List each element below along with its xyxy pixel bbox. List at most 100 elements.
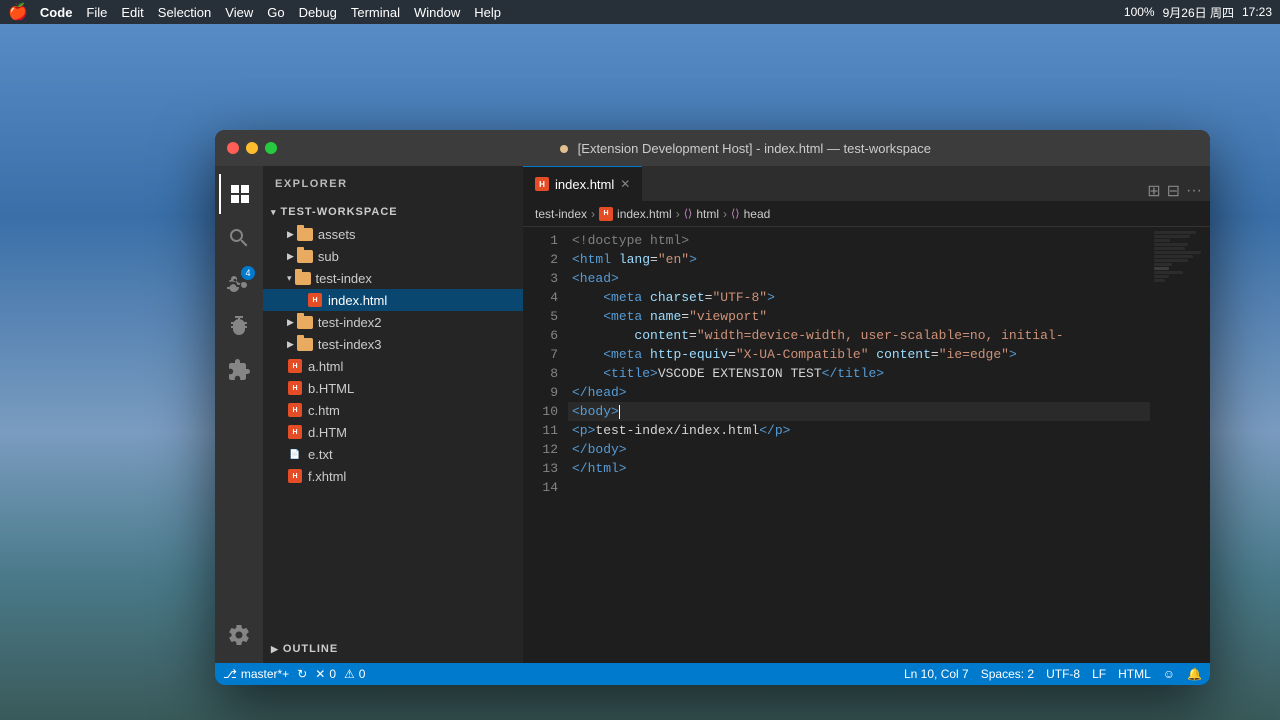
menubar-right: 100% 9月26日 周四 17:23 [1124, 4, 1272, 21]
breadcrumb-file[interactable]: index.html [617, 207, 672, 221]
chevron-right-icon: ▶ [287, 339, 294, 350]
folder-icon [295, 272, 311, 285]
cursor-position[interactable]: Ln 10, Col 7 [904, 667, 969, 681]
html-file-icon: H [287, 402, 303, 418]
error-count[interactable]: ✕ 0 ⚠ 0 [315, 667, 365, 681]
explorer-icon[interactable] [219, 174, 259, 214]
language-mode[interactable]: HTML [1118, 667, 1151, 681]
sidebar-item-a-html[interactable]: H a.html [263, 355, 523, 377]
sidebar-item-test-index3[interactable]: ▶ test-index3 [263, 333, 523, 355]
sidebar-item-assets[interactable]: ▶ assets [263, 223, 523, 245]
tree-item-label: index.html [328, 293, 387, 308]
tree-item-label: test-index3 [318, 337, 382, 352]
sidebar-item-f-xhtml[interactable]: H f.xhtml [263, 465, 523, 487]
breadcrumb-separator: › [591, 207, 595, 221]
minimize-button[interactable] [246, 142, 258, 154]
folder-icon [297, 250, 313, 263]
close-button[interactable] [227, 142, 239, 154]
sidebar-item-e-txt[interactable]: 📄 e.txt [263, 443, 523, 465]
sidebar-item-b-html[interactable]: H b.HTML [263, 377, 523, 399]
tree-item-label: e.txt [308, 447, 333, 462]
sidebar-item-test-index2[interactable]: ▶ test-index2 [263, 311, 523, 333]
menu-debug[interactable]: Debug [299, 5, 337, 20]
menu-go[interactable]: Go [267, 5, 284, 20]
code-line: <meta name="viewport" [568, 307, 1150, 326]
search-icon[interactable] [219, 218, 259, 258]
folder-icon [297, 228, 313, 241]
statusbar-right: Ln 10, Col 7 Spaces: 2 UTF-8 LF HTML ☺ 🔔 [904, 667, 1202, 681]
chevron-down-icon: ▾ [287, 273, 292, 284]
menu-help[interactable]: Help [474, 5, 501, 20]
sidebar-content: ▾ TEST-WORKSPACE ▶ assets ▶ sub [263, 201, 523, 635]
smiley-icon[interactable]: ☺ [1163, 667, 1175, 681]
menu-view[interactable]: View [225, 5, 253, 20]
editor-content[interactable]: 1 2 3 4 5 6 7 8 9 10 11 12 13 14 [523, 227, 1210, 663]
sidebar-item-c-htm[interactable]: H c.htm [263, 399, 523, 421]
sidebar-item-sub[interactable]: ▶ sub [263, 245, 523, 267]
more-actions-icon[interactable]: ··· [1186, 182, 1202, 200]
tab-close-button[interactable]: ✕ [620, 177, 630, 191]
error-number: 0 [329, 667, 336, 681]
breadcrumb-tag-icon: ⟨⟩ [684, 207, 693, 220]
apple-menu[interactable]: 🍎 [8, 2, 28, 22]
time-display: 17:23 [1242, 5, 1272, 19]
source-control-icon[interactable]: 4 [219, 262, 259, 302]
breadcrumb-separator: › [676, 207, 680, 221]
traffic-lights [227, 142, 277, 154]
outline-section[interactable]: ▶ OUTLINE [263, 635, 523, 663]
git-branch-icon: ⎇ [223, 667, 237, 681]
maximize-button[interactable] [265, 142, 277, 154]
sidebar-header: EXPLORER [263, 166, 523, 201]
menubar-items: File Edit Selection View Go Debug Termin… [86, 5, 1123, 20]
menu-window[interactable]: Window [414, 5, 460, 20]
code-editor[interactable]: <!doctype html> <html lang="en"> <head> … [568, 227, 1150, 663]
workspace-section[interactable]: ▾ TEST-WORKSPACE [263, 201, 523, 223]
breadcrumb-root[interactable]: test-index [535, 207, 587, 221]
split-editor-icon[interactable]: ⊞ [1147, 181, 1160, 201]
indentation[interactable]: Spaces: 2 [981, 667, 1034, 681]
code-line: <!doctype html> [568, 231, 1150, 250]
html-file-icon: H [287, 424, 303, 440]
sidebar-item-index-html[interactable]: H index.html [263, 289, 523, 311]
line-endings[interactable]: LF [1092, 667, 1106, 681]
menu-file[interactable]: File [86, 5, 107, 20]
chevron-right-icon: ▶ [287, 251, 294, 262]
menu-selection[interactable]: Selection [158, 5, 211, 20]
menu-terminal[interactable]: Terminal [351, 5, 400, 20]
tab-label: index.html [555, 177, 614, 192]
menubar: 🍎 Code File Edit Selection View Go Debug… [0, 0, 1280, 24]
sidebar-item-d-htm[interactable]: H d.HTM [263, 421, 523, 443]
toggle-panel-icon[interactable]: ⊟ [1167, 181, 1180, 201]
tab-index-html[interactable]: H index.html ✕ [523, 166, 642, 201]
tab-bar: H index.html ✕ ⊞ ⊟ ··· [523, 166, 1210, 201]
html-file-icon: H [287, 358, 303, 374]
sidebar: EXPLORER ▾ TEST-WORKSPACE ▶ assets ▶ [263, 166, 523, 663]
code-line: <title>VSCODE EXTENSION TEST</title> [568, 364, 1150, 383]
tree-item-label: f.xhtml [308, 469, 346, 484]
debug-icon[interactable] [219, 306, 259, 346]
git-branch-name: master*+ [241, 667, 289, 681]
file-encoding[interactable]: UTF-8 [1046, 667, 1080, 681]
chevron-right-icon: ▶ [287, 229, 294, 240]
breadcrumb-head[interactable]: head [744, 207, 771, 221]
breadcrumb-file-icon: H [599, 207, 613, 221]
sync-icon[interactable]: ↻ [297, 667, 307, 681]
extensions-icon[interactable] [219, 350, 259, 390]
app-name[interactable]: Code [40, 5, 73, 20]
menu-edit[interactable]: Edit [121, 5, 143, 20]
tree-item-label: sub [318, 249, 339, 264]
tab-file-icon: H [535, 177, 549, 191]
html-file-icon: H [287, 380, 303, 396]
settings-icon[interactable] [219, 615, 259, 655]
git-branch[interactable]: ⎇ master*+ [223, 667, 289, 681]
sidebar-item-test-index[interactable]: ▾ test-index [263, 267, 523, 289]
titlebar: [Extension Development Host] - index.htm… [215, 130, 1210, 166]
date-display: 9月26日 周四 [1163, 4, 1234, 21]
warning-number: 0 [359, 667, 366, 681]
breadcrumb-html[interactable]: html [696, 207, 719, 221]
html-file-icon: H [307, 292, 323, 308]
txt-file-icon: 📄 [287, 446, 303, 462]
notification-icon[interactable]: 🔔 [1187, 667, 1202, 681]
minimap-content [1150, 227, 1210, 287]
html-file-icon: H [287, 468, 303, 484]
